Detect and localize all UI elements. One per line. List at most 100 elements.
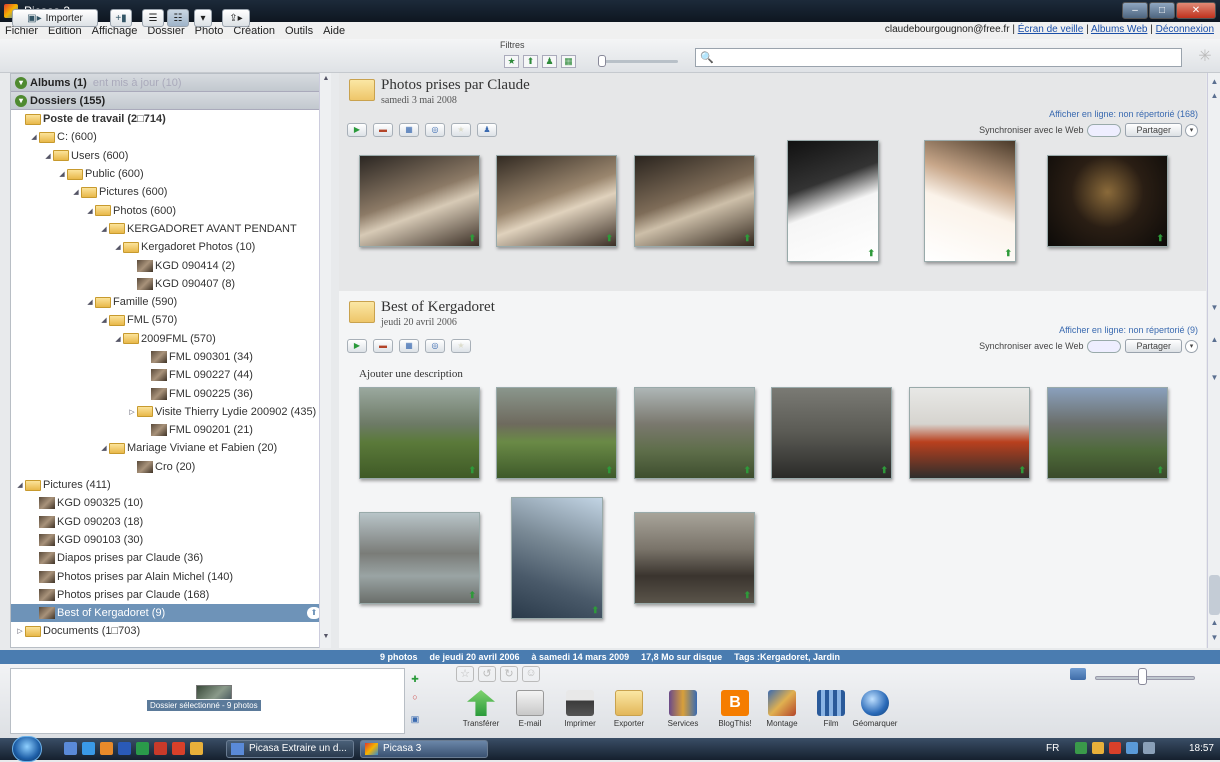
photo-thumbnail[interactable]: ⬆	[634, 512, 755, 604]
hold-pin-icon[interactable]: ✚	[408, 674, 422, 688]
expand-arrow-icon[interactable]: ◢	[113, 243, 123, 251]
photo-thumbnail[interactable]: ⬆	[1047, 387, 1168, 479]
folder-tree-item[interactable]: ◢ Pictures (600)	[11, 183, 329, 201]
menu-outils[interactable]: Outils	[280, 25, 318, 37]
play-slideshow-button[interactable]: ▶	[347, 339, 367, 353]
scroll-up-icon[interactable]: ▲	[1209, 77, 1220, 89]
rotate-right-icon[interactable]: ↻	[500, 666, 518, 682]
search-input[interactable]	[716, 50, 1176, 65]
album-tree-item[interactable]: KGD 090325 (10)	[11, 494, 329, 512]
folder-tree-item[interactable]: ◢ C: (600)	[11, 128, 329, 146]
scroll-down-icon[interactable]: ▼	[1209, 373, 1220, 385]
date-filter-slider[interactable]	[598, 60, 678, 63]
album-tree-item[interactable]: Cro (20)	[11, 458, 329, 476]
album-tree-item[interactable]: Best of Kergadoret (9) ⬆	[11, 604, 329, 623]
firefox-icon[interactable]	[100, 742, 113, 755]
ie-icon[interactable]	[82, 742, 95, 755]
share-dropdown[interactable]: ▾	[1185, 339, 1198, 353]
section-title[interactable]: Best of Kergadoret	[381, 299, 495, 316]
share-button[interactable]: Partager	[1125, 123, 1182, 137]
tray-app-icon[interactable]	[1109, 742, 1121, 754]
album-tree-item[interactable]: Diapos prises par Claude (36)	[11, 549, 329, 567]
services-action-button[interactable]: Services	[658, 690, 708, 728]
word-icon[interactable]	[118, 742, 131, 755]
photo-thumbnail[interactable]: ⬆	[359, 512, 480, 604]
screensaver-link[interactable]: Écran de veille	[1018, 24, 1084, 35]
scroll-up-icon[interactable]: ▲	[1209, 618, 1220, 630]
expand-arrow-icon[interactable]: ◢	[57, 170, 67, 178]
album-tree-item[interactable]: FML 090225 (36)	[11, 384, 329, 402]
logout-link[interactable]: Déconnexion	[1156, 24, 1214, 35]
share-button[interactable]: Partager	[1125, 339, 1182, 353]
show-desktop-icon[interactable]	[64, 742, 77, 755]
tray-app-icon[interactable]	[1092, 742, 1104, 754]
folder-tree-item[interactable]: ◢ Kergadoret Photos (10)	[11, 238, 329, 256]
geotag-button[interactable]: ◎	[425, 123, 445, 137]
folders-header[interactable]: ▾ Dossiers (155)	[11, 92, 329, 110]
album-tree-item[interactable]: KGD 090103 (30)	[11, 531, 329, 549]
folder-tree-item[interactable]: ▷ Visite Thierry Lydie 200902 (435)	[11, 403, 329, 421]
expand-arrow-icon[interactable]: ◢	[29, 133, 39, 141]
photo-tray[interactable]: Dossier sélectionné - 9 photos	[10, 668, 405, 734]
expand-arrow-icon[interactable]: ◢	[113, 335, 123, 343]
star-button[interactable]: ★	[451, 339, 471, 353]
folder-tree-item[interactable]: Poste de travail (2□714)	[11, 110, 329, 128]
photo-thumbnail[interactable]: ⬆	[359, 387, 480, 479]
collage-button[interactable]: ▬	[373, 123, 393, 137]
taskbar-task-picasa-extract[interactable]: Picasa Extraire un d...	[226, 740, 354, 758]
export-action-button[interactable]: Exporter	[604, 690, 654, 728]
album-tree-item[interactable]: Photos prises par Alain Michel (140)	[11, 567, 329, 585]
collage-action-button[interactable]: Montage	[757, 690, 807, 728]
geotag-action-button[interactable]: Géomarquer	[850, 690, 900, 728]
expand-arrow-icon[interactable]: ◢	[43, 152, 53, 160]
taskbar-task-picasa[interactable]: Picasa 3	[360, 740, 488, 758]
powerpoint-icon[interactable]	[154, 742, 167, 755]
folder-tree-item[interactable]: ◢ 2009FML (570)	[11, 330, 329, 348]
tray-app-icon[interactable]	[1075, 742, 1087, 754]
collage-button[interactable]: ▬	[373, 339, 393, 353]
scroll-down-icon[interactable]: ▼	[1209, 633, 1220, 645]
folder-tree-item[interactable]: ◢ Famille (590)	[11, 293, 329, 311]
expand-arrow-icon[interactable]: ◢	[15, 481, 25, 489]
online-visibility-link[interactable]: Afficher en ligne: non répertorié (9)	[1059, 325, 1198, 335]
acrobat-icon[interactable]	[172, 742, 185, 755]
folder-tree-item[interactable]: ◢ FML (570)	[11, 311, 329, 329]
photo-thumbnail[interactable]: ⬆	[909, 387, 1030, 479]
folder-tree-item[interactable]: ◢ Users (600)	[11, 147, 329, 165]
minimize-button[interactable]: –	[1122, 2, 1148, 19]
scroll-down-icon[interactable]: ▼	[321, 633, 331, 645]
folder-tree-item[interactable]: ◢ Photos (600)	[11, 201, 329, 219]
photo-thumbnail[interactable]: ⬆	[511, 497, 603, 619]
album-tree-item[interactable]: KGD 090407 (8)	[11, 275, 329, 293]
date-filter-slider-knob[interactable]	[598, 55, 606, 67]
movie-button[interactable]: ▦	[399, 123, 419, 137]
folder-tree-item[interactable]: ◢ Public (600)	[11, 165, 329, 183]
photo-thumbnail[interactable]: ⬆	[771, 387, 892, 479]
scroll-thumb[interactable]	[1209, 575, 1220, 615]
photo-thumbnail[interactable]: ⬆	[634, 387, 755, 479]
scroll-down-icon[interactable]: ▼	[1209, 303, 1220, 315]
filter-starred-button[interactable]: ★	[504, 55, 519, 68]
share-dropdown[interactable]: ▾	[1185, 123, 1198, 137]
maximize-button[interactable]: □	[1149, 2, 1175, 19]
upload-button[interactable]: ⇪▸	[222, 9, 250, 27]
clear-tray-icon[interactable]: ○	[408, 692, 422, 706]
section-title[interactable]: Photos prises par Claude	[381, 77, 530, 94]
albums-header[interactable]: ▾ Albums (1) ent mis à jour (10)	[11, 74, 329, 92]
people-tag-icon[interactable]: ☺	[522, 666, 540, 682]
filter-video-button[interactable]: ▦	[561, 55, 576, 68]
expand-arrow-icon[interactable]: ◢	[71, 188, 81, 196]
close-button[interactable]: ✕	[1176, 2, 1216, 19]
list-view-button[interactable]: ☰	[142, 9, 164, 27]
folder-tree-item[interactable]: ◢ KERGADORET AVANT PENDANT	[11, 220, 329, 238]
view-options-dropdown[interactable]: ▾	[194, 9, 212, 27]
folder-tree-item[interactable]: ◢ Pictures (411)	[11, 476, 329, 494]
scroll-up-icon[interactable]: ▲	[1209, 335, 1220, 347]
clock[interactable]: 18:57	[1189, 743, 1214, 754]
online-visibility-link[interactable]: Afficher en ligne: non répertorié (168)	[1049, 109, 1198, 119]
geotag-button[interactable]: ◎	[425, 339, 445, 353]
expand-arrow-icon[interactable]: ◢	[99, 225, 109, 233]
start-button[interactable]	[12, 736, 42, 762]
add-description-link[interactable]: Ajouter une description	[359, 368, 463, 380]
folder-tree-item[interactable]: ◢ Mariage Viviane et Fabien (20)	[11, 439, 329, 457]
